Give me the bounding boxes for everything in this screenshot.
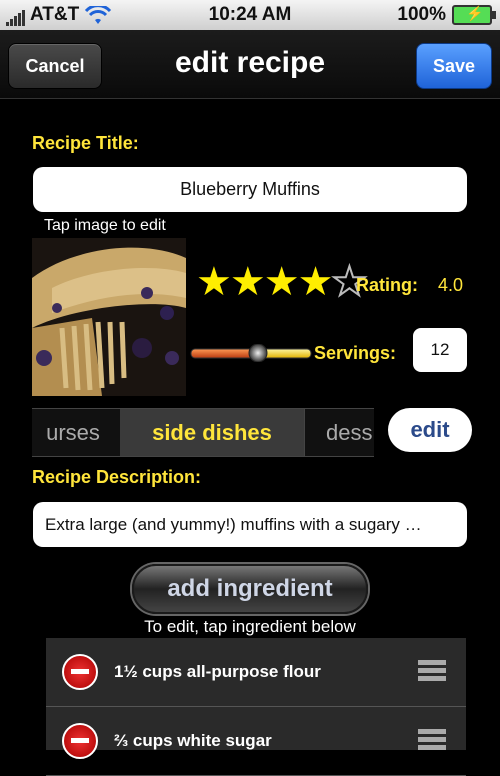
- reorder-handle-icon[interactable]: [418, 729, 446, 753]
- navigation-bar: Cancel edit recipe Save: [0, 30, 500, 99]
- ingredient-edit-hint: To edit, tap ingredient below: [144, 617, 356, 636]
- category-item[interactable]: dess: [304, 409, 374, 456]
- recipe-photo[interactable]: [32, 238, 186, 396]
- ingredient-row[interactable]: ⅔ cups white sugar: [46, 707, 466, 776]
- ingredient-list: 1½ cups all-purpose flour ⅔ cups white s…: [46, 638, 466, 776]
- servings-field[interactable]: 12: [413, 328, 467, 372]
- status-right: 100% ⚡: [397, 4, 496, 26]
- edit-categories-button[interactable]: edit: [388, 408, 472, 452]
- save-button[interactable]: Save: [416, 43, 492, 89]
- status-bar: AT&T 10:24 AM 100% ⚡: [0, 0, 500, 30]
- delete-icon[interactable]: [62, 654, 98, 690]
- rating-stars[interactable]: ★ ★ ★ ★ ★: [196, 261, 368, 303]
- ingredient-text: 1½ cups all-purpose flour: [114, 662, 321, 681]
- category-item[interactable]: urses: [32, 409, 121, 456]
- add-ingredient-button[interactable]: add ingredient: [132, 564, 368, 614]
- battery-icon: ⚡: [452, 5, 496, 25]
- servings-slider[interactable]: [190, 344, 312, 362]
- star-icon[interactable]: ★: [230, 262, 266, 302]
- servings-label: Servings:: [314, 343, 397, 363]
- tap-image-hint: Tap image to edit: [44, 217, 166, 234]
- category-selector[interactable]: urses side dishes dess: [32, 408, 374, 457]
- recipe-description-label: Recipe Description:: [32, 467, 202, 487]
- star-icon[interactable]: ★: [196, 262, 232, 302]
- recipe-title-label: Recipe Title:: [32, 133, 139, 153]
- ingredient-row[interactable]: 1½ cups all-purpose flour: [46, 638, 466, 707]
- reorder-handle-icon[interactable]: [418, 660, 446, 684]
- rating-label: Rating:: [356, 275, 418, 295]
- delete-icon[interactable]: [62, 723, 98, 759]
- rating-value: 4.0: [438, 275, 464, 295]
- star-icon[interactable]: ★: [298, 262, 334, 302]
- recipe-description-field[interactable]: Extra large (and yummy!) muffins with a …: [33, 502, 467, 547]
- category-item-selected[interactable]: side dishes: [120, 409, 305, 456]
- battery-percent: 100%: [397, 4, 446, 25]
- star-icon[interactable]: ★: [264, 262, 300, 302]
- ingredient-text: ⅔ cups white sugar: [114, 731, 272, 750]
- recipe-title-field[interactable]: Blueberry Muffins: [33, 167, 467, 212]
